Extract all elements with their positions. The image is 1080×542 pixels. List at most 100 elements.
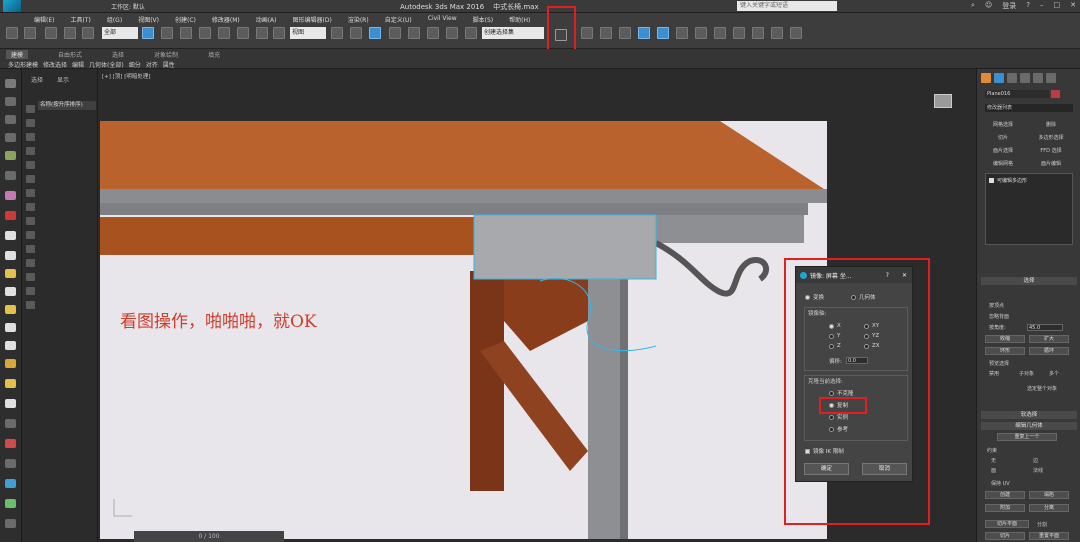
hierarchy-icon[interactable] — [5, 133, 16, 142]
menu-rendering[interactable]: 渲染(R) — [348, 15, 369, 24]
render-production-icon[interactable] — [733, 27, 745, 39]
create-tab-icon[interactable] — [981, 73, 991, 83]
constraint-edge-radio[interactable]: 边 — [1033, 457, 1038, 464]
mode-geometry-radio[interactable]: 几何体 — [851, 293, 876, 301]
filter-spacewarps-icon[interactable] — [26, 175, 35, 183]
torus-icon[interactable] — [5, 341, 16, 350]
hierarchy-tab-icon[interactable] — [1007, 73, 1017, 83]
unlink-icon[interactable] — [64, 27, 76, 39]
clone-reference-radio[interactable]: 参考 — [829, 425, 848, 433]
edit-mesh-button[interactable]: 编辑网格 — [981, 160, 1025, 169]
menu-modifiers[interactable]: 修改器(M) — [212, 15, 240, 24]
dialog-help-button[interactable]: ? — [886, 272, 889, 279]
display-tab-icon[interactable] — [1033, 73, 1043, 83]
plane-icon[interactable] — [5, 419, 16, 428]
workspace-dropdown[interactable]: 工作区: 默认 — [111, 2, 145, 11]
layer-icon[interactable] — [5, 97, 16, 106]
slice-button[interactable]: 切片 — [981, 134, 1025, 143]
layer-explorer-icon[interactable] — [600, 27, 612, 39]
delete-button[interactable]: 删除 — [1029, 121, 1073, 130]
create-button[interactable]: 创建 — [985, 491, 1025, 499]
menu-help[interactable]: 帮助(H) — [509, 15, 530, 24]
attach-button[interactable]: 附加 — [985, 504, 1025, 512]
repeat-last-button[interactable]: 重复上一个 — [997, 433, 1057, 441]
cone-icon[interactable] — [5, 399, 16, 408]
reference-coord-dropdown[interactable]: 视图 — [290, 27, 326, 39]
grow-button[interactable]: 扩大 — [1029, 335, 1069, 343]
box-icon[interactable] — [5, 287, 16, 296]
ffd-select-button[interactable]: FFD 选择 — [1029, 147, 1073, 156]
minimize-icon[interactable]: – — [1040, 1, 1044, 11]
filter-invert-icon[interactable] — [26, 301, 35, 309]
slice-action-button[interactable]: 切片 — [985, 532, 1025, 540]
place-icon[interactable] — [273, 27, 285, 39]
filter-geometry-icon[interactable] — [26, 105, 35, 113]
ribbon-sub-poly-modeling[interactable]: 多边形建模 — [8, 60, 38, 69]
menu-edit[interactable]: 编辑(E) — [34, 15, 54, 24]
pyramid-icon[interactable] — [5, 459, 16, 468]
filter-shapes-icon[interactable] — [26, 119, 35, 127]
axis-y-radio[interactable]: Y — [829, 333, 840, 339]
reset-plane-button[interactable]: 重置平面 — [1029, 532, 1069, 540]
shrink-button[interactable]: 收缩 — [985, 335, 1025, 343]
constraint-none-radio[interactable]: 无 — [991, 457, 996, 464]
axis-yz-radio[interactable]: YZ — [864, 333, 879, 339]
filter-hidden-icon[interactable] — [26, 259, 35, 267]
mirror-ik-checkbox[interactable]: 镜像 IK 限制 — [805, 447, 844, 455]
dialog-close-button[interactable]: ✕ — [902, 272, 907, 279]
menu-create[interactable]: 创建(C) — [175, 15, 196, 24]
named-selection-dropdown[interactable]: 创建选择集 — [482, 27, 544, 39]
detach-button[interactable]: 分离 — [1029, 504, 1069, 512]
patch-select-button[interactable]: 面片选择 — [981, 147, 1025, 156]
preview-multi-radio[interactable]: 多个 — [1049, 370, 1059, 377]
viewport-label[interactable]: [+] [顶] [明暗处理] — [102, 72, 150, 80]
cameras-icon[interactable] — [5, 211, 16, 220]
rendered-frame-icon[interactable] — [714, 27, 726, 39]
ignore-backface-checkbox[interactable]: 忽略背面 — [989, 313, 1009, 320]
offset-input[interactable]: 0.0 — [846, 357, 868, 364]
loop-button[interactable]: 循环 — [1029, 347, 1069, 355]
preview-disabled-radio[interactable]: 禁用 — [989, 370, 999, 377]
filter-frozen-icon[interactable] — [26, 245, 35, 253]
filter-lights-icon[interactable] — [26, 133, 35, 141]
utilities-tab-icon[interactable] — [1046, 73, 1056, 83]
menu-animation[interactable]: 动画(A) — [256, 15, 277, 24]
a360-icon[interactable] — [771, 27, 783, 39]
sign-in-button[interactable]: 登录 — [1002, 1, 1016, 11]
edit-patch-button[interactable]: 面片编辑 — [1029, 160, 1073, 169]
undo-icon[interactable] — [6, 27, 18, 39]
bind-spacewarp-icon[interactable] — [82, 27, 94, 39]
app-logo-icon[interactable] — [3, 0, 21, 12]
cancel-button[interactable]: 取消 — [862, 463, 907, 475]
clone-none-radio[interactable]: 不克隆 — [829, 389, 854, 397]
render-iterative-icon[interactable] — [752, 27, 764, 39]
menu-graph-editors[interactable]: 图形编辑器(D) — [293, 15, 332, 24]
by-angle-checkbox[interactable]: 按角度: — [989, 324, 1006, 331]
ribbon-sub-subdivision[interactable]: 细分 — [129, 60, 141, 69]
tree-icon[interactable] — [5, 499, 16, 508]
axis-xy-radio[interactable]: XY — [864, 323, 879, 329]
select-object-icon[interactable] — [142, 27, 154, 39]
modifier-stack[interactable]: 可编辑多边形 — [985, 173, 1073, 245]
lights-icon[interactable] — [5, 191, 16, 200]
link-icon[interactable] — [45, 27, 57, 39]
motion-tab-icon[interactable] — [1020, 73, 1030, 83]
ribbon-sub-properties[interactable]: 属性 — [163, 60, 175, 69]
ok-button[interactable]: 确定 — [804, 463, 849, 475]
modify-tab-icon[interactable] — [994, 73, 1004, 83]
clone-instance-radio[interactable]: 实例 — [829, 413, 848, 421]
render-setup-icon[interactable] — [695, 27, 707, 39]
axis-z-radio[interactable]: Z — [829, 343, 841, 349]
align-icon[interactable] — [581, 27, 593, 39]
target-icon[interactable] — [5, 439, 16, 448]
sun-icon[interactable] — [5, 379, 16, 388]
split-checkbox[interactable]: 分割 — [1037, 521, 1047, 528]
keyboard-shortcut-icon[interactable] — [369, 27, 381, 39]
selection-rollout[interactable]: 选择 — [981, 277, 1077, 285]
schematic-view-icon[interactable] — [657, 27, 669, 39]
rotate-icon[interactable] — [237, 27, 249, 39]
angle-input[interactable]: 45.0 — [1027, 324, 1063, 331]
poly-select-button[interactable]: 多边形选择 — [1029, 134, 1073, 143]
timeline-slider[interactable]: 0 / 100 — [134, 531, 284, 542]
edit-named-sets-icon[interactable] — [465, 27, 477, 39]
